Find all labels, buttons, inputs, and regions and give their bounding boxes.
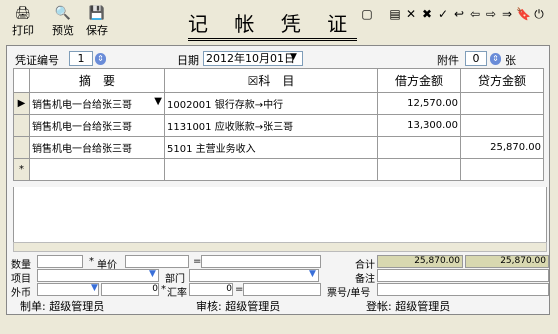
voucher-no-spinner[interactable]: ⇕ (95, 53, 106, 65)
col-credit: 贷方金额 (460, 68, 544, 93)
attach-input[interactable]: 0 (465, 51, 487, 66)
credit-cell[interactable] (460, 114, 544, 137)
qty-field[interactable] (37, 255, 83, 268)
date-input[interactable]: 2012年10月01日 (203, 51, 303, 66)
table-row[interactable]: 销售机电一台给张三哥 1131001 应收账款→张三哥 13,300.00 (13, 114, 544, 137)
summary-cell[interactable]: 销售机电一台给张三哥 ▼ (29, 92, 165, 115)
next-icon[interactable]: ⇨ (484, 6, 498, 22)
currency-value[interactable]: 0 (101, 283, 159, 296)
voucher-grid: 摘 要 ☒科 目 借方金额 贷方金额 ▶ 销售机电一台给张三哥 ▼ 1002001… (13, 68, 544, 181)
voucher-panel: 凭证编号 1 ⇕ 日期 2012年10月01日 ▼ 附件 0 ⇕ 张 摘 要 ☒… (6, 45, 550, 315)
delete-icon[interactable]: ✕ (404, 6, 418, 22)
subject-cell[interactable]: 1002001 银行存款→中行 (164, 92, 378, 115)
preview-button[interactable]: 🔍 预览 (46, 6, 80, 38)
col-debit: 借方金额 (377, 68, 461, 93)
price-field[interactable] (125, 255, 189, 268)
currency-dropdown-icon[interactable]: ▼ (91, 283, 98, 293)
new-row[interactable]: * (13, 158, 544, 181)
subject-checkbox-icon[interactable]: ☒ (248, 74, 259, 88)
insert-row-icon[interactable]: ▤ (388, 6, 402, 22)
table-row[interactable]: 销售机电一台给张三哥 5101 主营业务收入 25,870.00 (13, 136, 544, 159)
col-summary: 摘 要 (29, 68, 165, 93)
save-button[interactable]: 💾 保存 (80, 6, 114, 38)
new-icon[interactable]: ▢ (360, 6, 374, 22)
preview-icon: 🔍 (54, 6, 72, 21)
col-subject: ☒科 目 (164, 68, 378, 93)
voucher-title: 记 帐 凭 证 (188, 8, 358, 41)
debit-cell[interactable]: 13,300.00 (377, 114, 461, 137)
current-row-indicator: ▶ (13, 92, 30, 115)
credit-cell[interactable]: 25,870.00 (460, 136, 544, 159)
print-icon: 🖨 (14, 6, 32, 21)
save-icon: 💾 (88, 6, 106, 21)
rate-value[interactable]: 0 (189, 283, 233, 296)
dept-dropdown-icon[interactable]: ▼ (309, 269, 316, 279)
debit-cell[interactable] (377, 136, 461, 159)
total-debit: 25,870.00 (377, 255, 463, 268)
table-row[interactable]: ▶ 销售机电一台给张三哥 ▼ 1002001 银行存款→中行 12,570.00 (13, 92, 544, 115)
tools-icon[interactable]: ✖ (420, 6, 434, 22)
currency-field[interactable] (37, 283, 99, 296)
summary-dropdown-icon[interactable]: ▼ (154, 96, 162, 107)
amount-field[interactable] (201, 255, 321, 268)
summary-cell[interactable]: 销售机电一台给张三哥 (29, 136, 165, 159)
last-icon[interactable]: ⇒ (500, 6, 514, 22)
subject-cell[interactable]: 1131001 应收账款→张三哥 (164, 114, 378, 137)
print-button[interactable]: 🖨 打印 (6, 6, 40, 38)
poster-label: 登帐: 超级管理员 (366, 300, 451, 313)
summary-cell[interactable]: 销售机电一台给张三哥 (29, 114, 165, 137)
attachment-icon[interactable]: 🔖 (516, 6, 531, 22)
remark-field[interactable] (377, 269, 549, 282)
dept-field[interactable] (189, 269, 319, 282)
prev-icon[interactable]: ⇦ (468, 6, 482, 22)
item-dropdown-icon[interactable]: ▼ (149, 269, 156, 279)
subject-cell[interactable]: 5101 主营业务收入 (164, 136, 378, 159)
check-icon[interactable]: ✓ (436, 6, 450, 22)
currency-amount-field[interactable] (243, 283, 321, 296)
item-field[interactable] (37, 269, 159, 282)
maker-label: 制单: 超级管理员 (20, 300, 105, 313)
exit-icon[interactable]: ⏻ (532, 6, 546, 22)
horizontal-scrollbar[interactable] (13, 242, 547, 252)
first-icon[interactable]: ↩ (452, 6, 466, 22)
voucher-no-input[interactable]: 1 (69, 51, 93, 66)
ticket-field[interactable] (377, 283, 549, 296)
auditor-label: 审核: 超级管理员 (196, 300, 281, 313)
debit-cell[interactable]: 12,570.00 (377, 92, 461, 115)
attach-spinner[interactable]: ⇕ (490, 53, 501, 65)
total-credit: 25,870.00 (465, 255, 549, 268)
date-dropdown-icon[interactable]: ▼ (290, 52, 297, 62)
credit-cell[interactable] (460, 92, 544, 115)
grid-empty-area (13, 187, 547, 242)
new-row-marker: * (13, 158, 30, 181)
